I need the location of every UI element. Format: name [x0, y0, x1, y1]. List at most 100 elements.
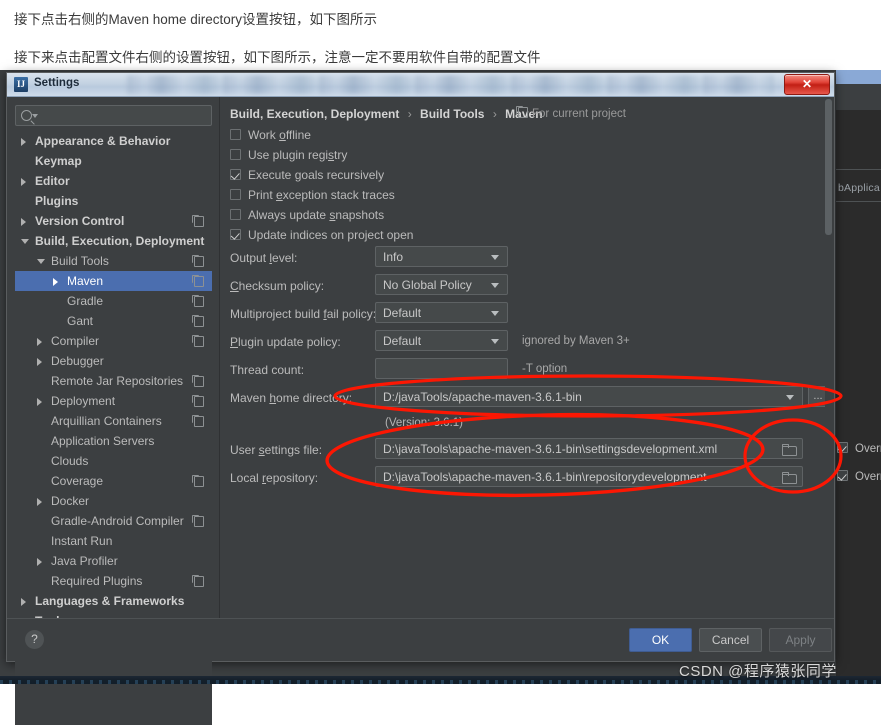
thread-count-input[interactable]: [375, 358, 508, 379]
sidebar-item-java-profiler[interactable]: Java Profiler: [15, 551, 212, 571]
sidebar-item-gradle[interactable]: Gradle: [15, 291, 212, 311]
folder-browse-icon[interactable]: [782, 472, 797, 484]
output-level-select[interactable]: Info: [375, 246, 508, 267]
chevron-right-icon[interactable]: [21, 138, 26, 146]
dialog-title-bar[interactable]: IJ Settings ✕: [7, 73, 834, 97]
sidebar-item-arquillian-containers[interactable]: Arquillian Containers: [15, 411, 212, 431]
sidebar-item-clouds[interactable]: Clouds: [15, 451, 212, 471]
thread-count-hint: -T option: [522, 363, 568, 375]
copy-settings-icon[interactable]: [192, 515, 204, 527]
checkbox-row-always-update-snapshots[interactable]: Always update snapshots: [230, 205, 413, 225]
copy-settings-icon[interactable]: [192, 275, 204, 287]
chevron-down-icon[interactable]: [37, 259, 45, 264]
apply-button[interactable]: Apply: [769, 628, 832, 652]
chevron-right-icon[interactable]: [37, 358, 42, 366]
local-repository-input[interactable]: D:\javaTools\apache-maven-3.6.1-bin\repo…: [375, 466, 803, 487]
chevron-right-icon[interactable]: [53, 278, 58, 286]
panel-scrollbar-thumb[interactable]: [825, 99, 832, 235]
sidebar-item-keymap[interactable]: Keymap: [15, 151, 212, 171]
article-text: 接下点击右侧的Maven home directory设置按钮，如下图所示 接下…: [0, 0, 881, 69]
sidebar-item-build-execution-deployment[interactable]: Build, Execution, Deployment: [15, 231, 212, 251]
sidebar-item-label: Keymap: [35, 154, 82, 168]
checkbox-row-use-plugin-registry[interactable]: Use plugin registry: [230, 145, 413, 165]
checkbox-icon[interactable]: [230, 149, 241, 160]
checkbox-icon[interactable]: [230, 209, 241, 220]
sidebar-item-label: Java Profiler: [51, 554, 118, 568]
copy-settings-icon[interactable]: [192, 395, 204, 407]
ide-divider-top: [836, 169, 881, 170]
sidebar-item-maven[interactable]: Maven: [15, 271, 212, 291]
chevron-down-icon[interactable]: [491, 339, 499, 344]
copy-settings-icon[interactable]: [192, 315, 204, 327]
copy-settings-icon[interactable]: [192, 335, 204, 347]
chevron-down-icon[interactable]: [786, 395, 794, 400]
copy-settings-icon[interactable]: [192, 475, 204, 487]
sidebar-item-application-servers[interactable]: Application Servers: [15, 431, 212, 451]
user-settings-file-input[interactable]: D:\javaTools\apache-maven-3.6.1-bin\sett…: [375, 438, 803, 459]
help-icon[interactable]: ?: [25, 630, 44, 649]
sidebar-item-gant[interactable]: Gant: [15, 311, 212, 331]
checkbox-icon[interactable]: [230, 189, 241, 200]
chevron-right-icon[interactable]: [37, 338, 42, 346]
sidebar-item-build-tools[interactable]: Build Tools: [15, 251, 212, 271]
cancel-button[interactable]: Cancel: [699, 628, 762, 652]
sidebar-item-instant-run[interactable]: Instant Run: [15, 531, 212, 551]
chevron-right-icon[interactable]: [21, 598, 26, 606]
chevron-down-icon[interactable]: [491, 311, 499, 316]
breadcrumb-root[interactable]: Build, Execution, Deployment: [230, 107, 399, 121]
checkbox-row-print-exception-stack-traces[interactable]: Print exception stack traces: [230, 185, 413, 205]
local-repository-override-checkbox[interactable]: Override: [837, 470, 881, 483]
chevron-right-icon[interactable]: [21, 218, 26, 226]
csdn-watermark: CSDN @程序猿张同学: [679, 663, 837, 680]
user-settings-override-checkbox[interactable]: Override: [837, 442, 881, 455]
maven-home-directory-combo[interactable]: D:/javaTools/apache-maven-3.6.1-bin: [375, 386, 803, 407]
multiproject-fail-policy-select[interactable]: Default: [375, 302, 508, 323]
sidebar-item-version-control[interactable]: Version Control: [15, 211, 212, 231]
checkbox-row-execute-goals-recursively[interactable]: Execute goals recursively: [230, 165, 413, 185]
sidebar-item-debugger[interactable]: Debugger: [15, 351, 212, 371]
checkbox-icon[interactable]: [230, 229, 241, 240]
chevron-down-icon[interactable]: [491, 283, 499, 288]
chevron-down-icon[interactable]: [32, 114, 38, 118]
sidebar-item-gradle-android-compiler[interactable]: Gradle-Android Compiler: [15, 511, 212, 531]
breadcrumb-mid[interactable]: Build Tools: [420, 107, 484, 121]
close-icon[interactable]: ✕: [784, 74, 830, 95]
copy-settings-icon[interactable]: [192, 295, 204, 307]
chevron-down-icon[interactable]: [491, 255, 499, 260]
sidebar-item-appearance-behavior[interactable]: Appearance & Behavior: [15, 131, 212, 151]
ok-button[interactable]: OK: [629, 628, 692, 652]
sidebar-item-deployment[interactable]: Deployment: [15, 391, 212, 411]
checkbox-row-update-indices-on-project-open[interactable]: Update indices on project open: [230, 225, 413, 245]
sidebar-item-docker[interactable]: Docker: [15, 491, 212, 511]
sidebar-item-coverage[interactable]: Coverage: [15, 471, 212, 491]
copy-settings-icon[interactable]: [516, 106, 528, 118]
copy-settings-icon[interactable]: [192, 415, 204, 427]
copy-settings-icon[interactable]: [192, 575, 204, 587]
checkbox-icon[interactable]: [230, 169, 241, 180]
checkbox-icon[interactable]: [837, 442, 848, 453]
copy-settings-icon[interactable]: [192, 375, 204, 387]
copy-settings-icon[interactable]: [192, 215, 204, 227]
checkbox-label: Execute goals recursively: [248, 168, 385, 182]
checkbox-icon[interactable]: [230, 129, 241, 140]
sidebar-item-remote-jar-repositories[interactable]: Remote Jar Repositories: [15, 371, 212, 391]
copy-settings-icon[interactable]: [192, 255, 204, 267]
chevron-right-icon[interactable]: [37, 398, 42, 406]
sidebar-item-plugins[interactable]: Plugins: [15, 191, 212, 211]
chevron-down-icon[interactable]: [21, 239, 29, 244]
checkbox-icon[interactable]: [837, 470, 848, 481]
ide-editor-tab[interactable]: [836, 70, 881, 84]
sidebar-item-compiler[interactable]: Compiler: [15, 331, 212, 351]
chevron-right-icon[interactable]: [37, 558, 42, 566]
plugin-update-policy-value: Default: [383, 334, 422, 348]
checkbox-row-work-offline[interactable]: Work offline: [230, 125, 413, 145]
folder-browse-icon[interactable]: [782, 444, 797, 456]
search-input[interactable]: [15, 105, 212, 126]
chevron-right-icon[interactable]: [37, 498, 42, 506]
sidebar-item-languages-frameworks[interactable]: Languages & Frameworks: [15, 591, 212, 611]
plugin-update-policy-select[interactable]: Default: [375, 330, 508, 351]
checksum-policy-select[interactable]: No Global Policy: [375, 274, 508, 295]
chevron-right-icon[interactable]: [21, 178, 26, 186]
sidebar-item-required-plugins[interactable]: Required Plugins: [15, 571, 212, 591]
sidebar-item-editor[interactable]: Editor: [15, 171, 212, 191]
